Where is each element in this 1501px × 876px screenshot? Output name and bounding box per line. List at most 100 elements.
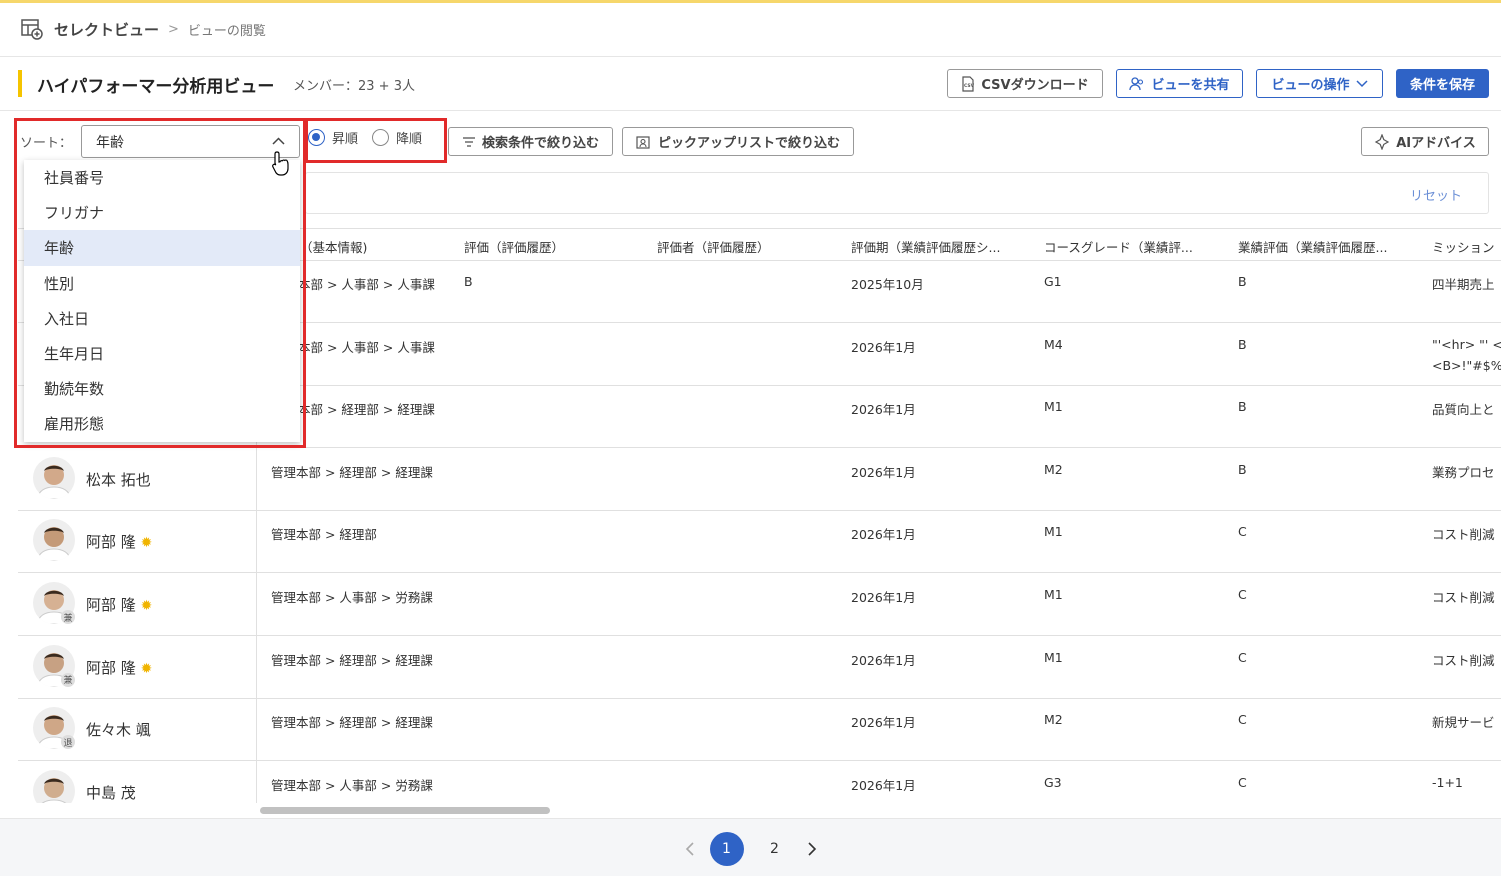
column-header-performance[interactable]: 業績評価（業績評価履歴... xyxy=(1238,237,1418,256)
table-row[interactable]: 退佐々木 颯 管理本部 > 経理部 > 経理課 2026年1月 M2 C 新規サービ xyxy=(18,699,1501,762)
employee-name[interactable]: 佐々木 颯 xyxy=(86,719,151,740)
table-view-icon xyxy=(21,19,43,40)
column-header-rating[interactable]: 評価（評価履歴） xyxy=(464,237,644,256)
employee-name[interactable]: 松本 拓也 xyxy=(86,469,151,490)
share-view-button[interactable]: ビューを共有 xyxy=(1116,69,1243,98)
breadcrumb: セレクトビュー > ビューの閲覧 xyxy=(20,16,266,42)
table-row[interactable]: 阿部 隆 ✹ 管理本部 > 経理部 2026年1月 M1 C コスト削減 xyxy=(18,511,1501,574)
breadcrumb-select-view[interactable]: セレクトビュー xyxy=(54,19,159,40)
status-badge: 兼 xyxy=(61,610,75,624)
scrollbar-thumb[interactable] xyxy=(260,807,550,814)
avatar xyxy=(33,519,75,562)
sun-icon: ✹ xyxy=(140,660,153,677)
employee-name[interactable]: 阿部 隆 ✹ xyxy=(86,657,152,678)
csv-download-button[interactable]: CSV CSVダウンロード xyxy=(947,69,1103,98)
cell-performance: B xyxy=(1238,399,1247,415)
cell-grade: G1 xyxy=(1044,274,1062,289)
status-badge: 兼 xyxy=(61,672,75,687)
table-row[interactable]: 中島 茂 管理本部 > 人事部 > 労務課 2026年1月 G3 C -1+1 xyxy=(18,762,1501,803)
sun-icon: ✹ xyxy=(140,598,153,614)
column-header-rater[interactable]: 評価者（評価履歴） xyxy=(657,237,837,256)
status-badge: 退 xyxy=(61,735,75,750)
chevron-left-icon[interactable] xyxy=(684,841,696,857)
cell-period: 2026年1月 xyxy=(851,715,916,731)
save-conditions-button[interactable]: 条件を保存 xyxy=(1396,69,1489,98)
cell-performance: C xyxy=(1238,524,1247,540)
cell-period: 2026年1月 xyxy=(851,464,916,480)
cell-dept: 管理本部 > 経理部 > 経理課 xyxy=(271,715,433,731)
save-conditions-label: 条件を保存 xyxy=(1409,78,1475,93)
cell-performance: C xyxy=(1238,649,1247,665)
cell-mission-line2: <B>!"#$%& xyxy=(1432,357,1501,373)
cell-period: 2026年1月 xyxy=(851,777,916,793)
filter-by-conditions-label: 検索条件で絞り込む xyxy=(481,136,599,151)
cell-grade: M1 xyxy=(1044,399,1063,415)
horizontal-scrollbar[interactable] xyxy=(258,805,1501,815)
divider xyxy=(0,110,1501,111)
cell-dept: 管理本部 > 人事部 > 労務課 xyxy=(271,590,433,605)
cell-mission: 品質向上と xyxy=(1432,402,1495,418)
column-header-grade[interactable]: コースグレード（業績評... xyxy=(1044,237,1224,256)
cell-dept: 本部 > 人事部 > 人事課 xyxy=(298,339,435,355)
sun-icon: ✹ xyxy=(140,535,153,552)
avatar xyxy=(33,769,75,803)
employee-name[interactable]: 中島 茂 xyxy=(86,782,136,803)
cell-dept: 管理本部 > 人事部 > 労務課 xyxy=(271,777,433,793)
cell-mission: コスト削減 xyxy=(1432,527,1495,543)
employee-name[interactable]: 阿部 隆 ✹ xyxy=(86,594,152,615)
member-count: メンバー：23 + 3人 xyxy=(293,79,415,94)
sparkle-icon xyxy=(1375,133,1390,150)
filter-icon xyxy=(462,136,475,147)
page-1-button[interactable]: 1 xyxy=(709,832,744,866)
ai-advice-button[interactable]: AIアドバイス xyxy=(1361,127,1489,156)
cell-dept: 管理本部 > 経理部 > 経理課 xyxy=(271,464,433,480)
cell-grade: M1 xyxy=(1044,649,1063,665)
filter-by-pickup-label: ピックアップリストで絞り込む xyxy=(657,136,840,151)
ai-advice-label: AIアドバイス xyxy=(1396,136,1476,151)
filter-by-conditions-button[interactable]: 検索条件で絞り込む xyxy=(448,127,613,156)
cell-performance: C xyxy=(1238,587,1247,602)
cell-dept: 本部 > 人事部 > 人事課 xyxy=(298,277,435,292)
pagination: 1 2 xyxy=(0,831,1501,867)
highlight-box-sort xyxy=(14,118,306,448)
cell-period: 2025年10月 xyxy=(851,277,924,292)
column-header-mission[interactable]: ミッション xyxy=(1432,237,1501,256)
cell-period: 2026年1月 xyxy=(851,527,916,543)
column-header-period[interactable]: 評価期（業績評価履歴シ... xyxy=(851,237,1031,256)
cell-performance: C xyxy=(1238,712,1247,728)
view-operation-label: ビューの操作 xyxy=(1271,78,1350,93)
filter-by-pickup-button[interactable]: ピックアップリストで絞り込む xyxy=(622,127,854,156)
reset-link[interactable]: リセット xyxy=(1410,185,1462,204)
page-title: ハイパフォーマー分析用ビュー xyxy=(37,77,275,97)
cell-period: 2026年1月 xyxy=(851,590,916,605)
cell-dept: 本部 > 経理部 > 経理課 xyxy=(298,402,435,418)
chevron-right-icon: > xyxy=(168,21,179,37)
cell-grade: G3 xyxy=(1044,774,1062,790)
cell-mission: 四半期売上 xyxy=(1432,277,1495,292)
page-2-button[interactable]: 2 xyxy=(758,832,792,866)
cell-performance: B xyxy=(1238,336,1247,352)
breadcrumb-current: ビューの閲覧 xyxy=(187,23,266,39)
table-row[interactable]: 兼阿部 隆 ✹ 管理本部 > 経理部 > 経理課 2026年1月 M1 C コスト削減 xyxy=(18,637,1501,699)
cell-dept: 管理本部 > 経理部 xyxy=(271,527,377,543)
cell-mission: 新規サービ xyxy=(1432,715,1495,731)
cell-grade: M4 xyxy=(1044,336,1063,352)
view-operation-button[interactable]: ビューの操作 xyxy=(1256,69,1383,98)
employee-name[interactable]: 阿部 隆 ✹ xyxy=(86,531,152,552)
filter-panel: リセット xyxy=(305,172,1489,214)
hand-cursor-icon xyxy=(272,151,289,176)
table-row[interactable]: 兼阿部 隆 ✹ 管理本部 > 人事部 > 労務課 2026年1月 M1 C コスト削減 xyxy=(18,574,1501,636)
cell-mission: コスト削減 xyxy=(1432,590,1495,605)
cell-performance: C xyxy=(1238,774,1247,790)
share-view-label: ビューを共有 xyxy=(1151,78,1230,93)
cell-mission: 業務プロセ xyxy=(1432,464,1495,480)
pickup-list-icon xyxy=(636,135,650,149)
cell-period: 2026年1月 xyxy=(851,339,916,355)
column-header-dept[interactable]: （基本情報) xyxy=(300,237,470,256)
users-icon xyxy=(1129,76,1144,90)
table-row[interactable]: 松本 拓也 管理本部 > 経理部 > 経理課 2026年1月 M2 B 業務プロセ xyxy=(18,449,1501,511)
cell-mission: "'<hr> "' < xyxy=(1432,336,1501,352)
cell-period: 2026年1月 xyxy=(851,652,916,668)
title-accent-bar xyxy=(18,70,22,97)
chevron-right-icon[interactable] xyxy=(806,841,818,857)
